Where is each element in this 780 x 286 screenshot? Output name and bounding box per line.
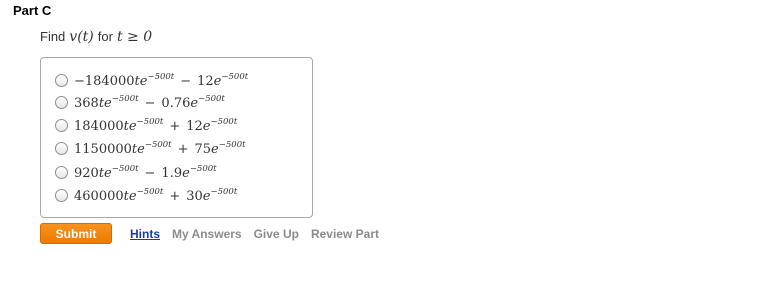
choice-expression: 368te−500t −0.76e−500t [74,93,225,111]
radio-button[interactable] [55,165,68,179]
prompt-mid: for [97,29,113,44]
prompt-condition: t ≥ 0 [116,29,153,45]
choice-expression: 1150000te−500t +75e−500t [74,139,246,157]
radio-button[interactable] [55,118,68,132]
choice-expression: −184000te−500t −12e−500t [74,71,249,89]
choice-3[interactable]: 184000te−500t +12e−500t [55,115,237,135]
my-answers-link[interactable]: My Answers [172,227,242,241]
prompt-lead: Find [40,29,66,44]
action-links: Hints My Answers Give Up Review Part [130,227,379,241]
choice-1[interactable]: −184000te−500t −12e−500t [55,70,248,90]
radio-button[interactable] [55,95,68,109]
radio-button[interactable] [55,141,68,155]
choice-6[interactable]: 460000te−500t +30e−500t [55,185,237,205]
hints-link[interactable]: Hints [130,227,160,241]
review-part-link[interactable]: Review Part [311,227,379,241]
question-prompt: Find v(t) for t ≥ 0 [40,29,152,45]
radio-button[interactable] [55,188,68,202]
submit-button[interactable]: Submit [40,223,112,244]
choice-5[interactable]: 920te−500t −1.9e−500t [55,162,217,182]
prompt-function: v(t) [69,29,94,45]
choice-4[interactable]: 1150000te−500t +75e−500t [55,138,246,158]
part-title: Part C [13,3,52,18]
give-up-link[interactable]: Give Up [254,227,299,241]
radio-button[interactable] [55,73,68,87]
choice-expression: 460000te−500t +30e−500t [74,186,238,204]
choice-expression: 184000te−500t +12e−500t [74,116,238,134]
choice-expression: 920te−500t −1.9e−500t [74,163,217,181]
answer-choices: −184000te−500t −12e−500t 368te−500t −0.76e… [40,57,313,218]
choice-2[interactable]: 368te−500t −0.76e−500t [55,92,225,112]
